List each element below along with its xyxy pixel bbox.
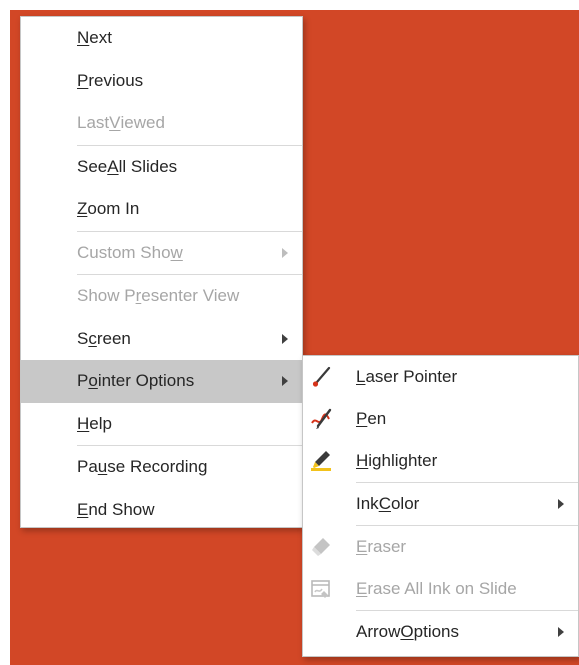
menu-item-label: ll Slides bbox=[118, 156, 178, 176]
menu-item-label: Arrow bbox=[356, 622, 401, 641]
menu-item-label: ext bbox=[89, 28, 112, 48]
menu-item-label: ighlighter bbox=[368, 451, 438, 470]
submenu-arrow-icon bbox=[282, 333, 288, 344]
menu-item-laser-pointer[interactable]: Laser Pointer bbox=[303, 356, 578, 398]
menu-item-previous[interactable]: Previous bbox=[21, 60, 302, 103]
menu-item-eraser: Eraser bbox=[303, 526, 578, 568]
access-key: E bbox=[356, 579, 368, 598]
menu-item-label: ptions bbox=[413, 622, 460, 641]
access-key: L bbox=[356, 367, 366, 386]
access-key: H bbox=[77, 413, 90, 433]
access-key: w bbox=[170, 242, 183, 262]
highlighter-icon bbox=[311, 451, 331, 471]
menu-item-highlighter[interactable]: Highlighter bbox=[303, 440, 578, 482]
access-key: E bbox=[77, 499, 89, 519]
access-key: c bbox=[88, 328, 97, 348]
menu-item-show-presenter-view: Show Pr esenter View bbox=[21, 275, 302, 318]
menu-item-label: reen bbox=[96, 328, 131, 348]
menu-item-help[interactable]: Help bbox=[21, 403, 302, 446]
menu-item-label: P bbox=[77, 371, 89, 391]
menu-item-label: See bbox=[77, 156, 108, 176]
access-key: u bbox=[97, 457, 108, 477]
menu-item-label: Last bbox=[77, 113, 110, 133]
menu-item-erase-all-ink: Erase All Ink on Slide bbox=[303, 568, 578, 610]
menu-item-label: se Recording bbox=[107, 457, 208, 477]
access-key: P bbox=[77, 70, 89, 90]
menu-item-next[interactable]: Next bbox=[21, 17, 302, 60]
menu-item-label: oom In bbox=[87, 199, 140, 219]
submenu-arrow-icon bbox=[558, 627, 564, 637]
eraser-icon bbox=[312, 538, 330, 556]
access-key: A bbox=[107, 156, 119, 176]
menu-item-label: en bbox=[367, 409, 387, 428]
menu-item-pen[interactable]: Pen bbox=[303, 398, 578, 440]
menu-item-label: Custom Sho bbox=[77, 242, 171, 262]
menu-item-label: rase All Ink on Slide bbox=[367, 579, 517, 598]
menu-item-screen[interactable]: Sc reen bbox=[21, 318, 302, 361]
menu-item-arrow-options[interactable]: Arrow Options bbox=[303, 611, 578, 653]
submenu-arrow-icon bbox=[558, 499, 564, 509]
menu-item-pointer-options[interactable]: Po inter Options bbox=[21, 360, 302, 403]
menu-item-ink-color[interactable]: Ink Color bbox=[303, 483, 578, 525]
menu-item-label: raser bbox=[367, 537, 407, 556]
menu-item-label: aser Pointer bbox=[365, 367, 458, 386]
access-key: Z bbox=[77, 199, 88, 219]
menu-item-label: Pa bbox=[77, 457, 98, 477]
menu-item-see-all-slides[interactable]: See All Slides bbox=[21, 146, 302, 189]
slideshow-screen: Next Previous Last Viewed See All Slides… bbox=[0, 0, 579, 665]
menu-item-label: iewed bbox=[120, 113, 165, 133]
menu-item-label: esenter View bbox=[141, 286, 240, 306]
menu-item-label: elp bbox=[89, 413, 112, 433]
access-key: E bbox=[356, 537, 368, 556]
laser-pointer-icon bbox=[312, 366, 331, 387]
menu-item-custom-show: Custom Sho w bbox=[21, 232, 302, 275]
access-key: C bbox=[378, 494, 391, 513]
menu-item-pause-recording[interactable]: Pa u se Recording bbox=[21, 446, 302, 489]
menu-item-label: inter Options bbox=[97, 371, 195, 391]
menu-item-end-show[interactable]: End Show bbox=[21, 489, 302, 532]
menu-item-label: S bbox=[77, 328, 89, 348]
submenu-arrow-icon bbox=[282, 376, 288, 387]
menu-item-label: Ink bbox=[356, 494, 379, 513]
menu-item-label: olor bbox=[390, 494, 420, 513]
menu-item-label: Show P bbox=[77, 286, 136, 306]
menu-item-zoom-in[interactable]: Zoom In bbox=[21, 188, 302, 231]
menu-item-last-viewed: Last Viewed bbox=[21, 102, 302, 145]
slideshow-context-menu: Next Previous Last Viewed See All Slides… bbox=[20, 16, 303, 528]
erase-all-ink-icon bbox=[311, 580, 330, 598]
access-key: P bbox=[356, 409, 368, 428]
menu-item-label: nd Show bbox=[88, 499, 155, 519]
access-key: o bbox=[88, 371, 98, 391]
access-key: O bbox=[400, 622, 414, 641]
access-key: N bbox=[77, 28, 90, 48]
menu-item-label: revious bbox=[88, 70, 144, 90]
access-key: H bbox=[356, 451, 369, 470]
pen-icon bbox=[311, 408, 332, 429]
access-key: V bbox=[109, 113, 121, 133]
pointer-options-submenu: Laser Pointer Pen Highlighter Ink Color bbox=[302, 355, 579, 657]
submenu-arrow-icon bbox=[282, 247, 288, 258]
